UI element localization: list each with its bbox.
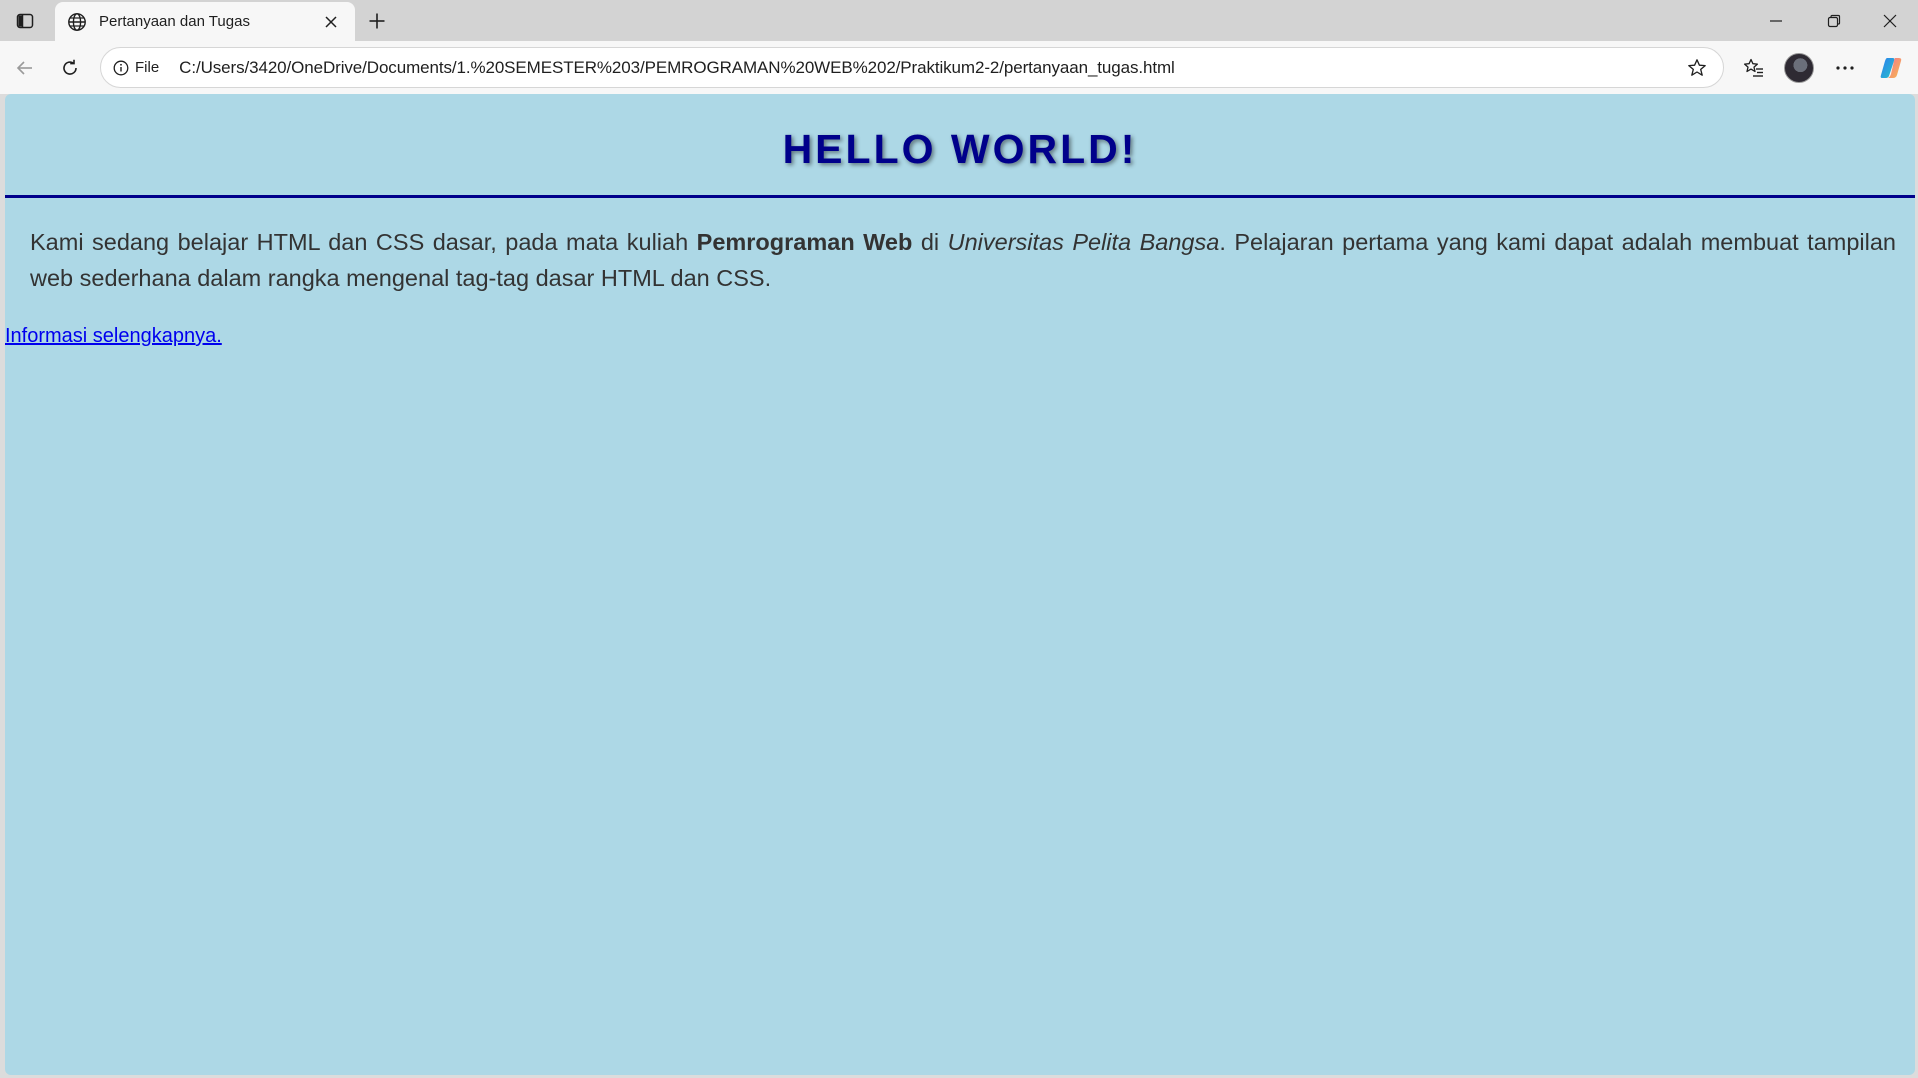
page-title: HELLO WORLD! (782, 126, 1138, 172)
intro-paragraph: Kami sedang belajar HTML dan CSS dasar, … (30, 224, 1896, 296)
tab-strip: Pertanyaan dan Tugas (0, 0, 1918, 41)
minimize-icon (1769, 14, 1783, 28)
reload-button[interactable] (52, 50, 88, 86)
plus-icon (368, 12, 386, 30)
tab-active[interactable]: Pertanyaan dan Tugas (55, 2, 355, 41)
more-dots-icon (1835, 65, 1855, 71)
restore-button[interactable] (1806, 0, 1862, 41)
address-bar[interactable]: File C:/Users/3420/OneDrive/Documents/1.… (100, 47, 1724, 88)
tab-actions-button[interactable] (10, 8, 40, 34)
favorites-button[interactable] (1736, 50, 1772, 86)
window-close-icon (1883, 14, 1897, 28)
browser-toolbar: File C:/Users/3420/OneDrive/Documents/1.… (0, 41, 1918, 94)
url-text[interactable]: C:/Users/3420/OneDrive/Documents/1.%20SE… (179, 58, 1681, 78)
more-info-link[interactable]: Informasi selengkapnya. (5, 325, 222, 348)
new-tab-button[interactable] (362, 7, 392, 35)
university-name-italic: Universitas Pelita Bangsa (947, 229, 1220, 255)
back-arrow-icon (15, 58, 35, 78)
profile-button[interactable] (1781, 50, 1817, 86)
course-name-bold: Pemrograman Web (696, 229, 913, 255)
page-viewport: HELLO WORLD! Kami sedang belajar HTML da… (5, 94, 1915, 1075)
back-button[interactable] (7, 50, 43, 86)
globe-icon (65, 10, 89, 34)
sidebar-panel-icon (16, 12, 34, 30)
reload-icon (60, 58, 80, 78)
site-info-button[interactable]: File (111, 55, 167, 80)
close-icon[interactable] (319, 10, 343, 34)
paragraph-text-intro: Kami sedang belajar HTML dan CSS dasar, … (30, 229, 697, 255)
tab-title: Pertanyaan dan Tugas (99, 13, 250, 30)
window-close-button[interactable] (1862, 0, 1918, 41)
star-icon[interactable] (1681, 52, 1713, 84)
favorites-list-icon (1743, 57, 1765, 79)
info-icon (113, 60, 129, 76)
avatar (1784, 53, 1814, 83)
page-header: HELLO WORLD! (5, 94, 1915, 198)
restore-icon (1827, 14, 1841, 28)
copilot-button[interactable] (1873, 50, 1909, 86)
site-info-label: File (135, 59, 160, 76)
paragraph-text-mid: di (912, 229, 948, 255)
minimize-button[interactable] (1748, 0, 1804, 41)
copilot-icon (1878, 55, 1904, 81)
settings-menu-button[interactable] (1827, 50, 1863, 86)
